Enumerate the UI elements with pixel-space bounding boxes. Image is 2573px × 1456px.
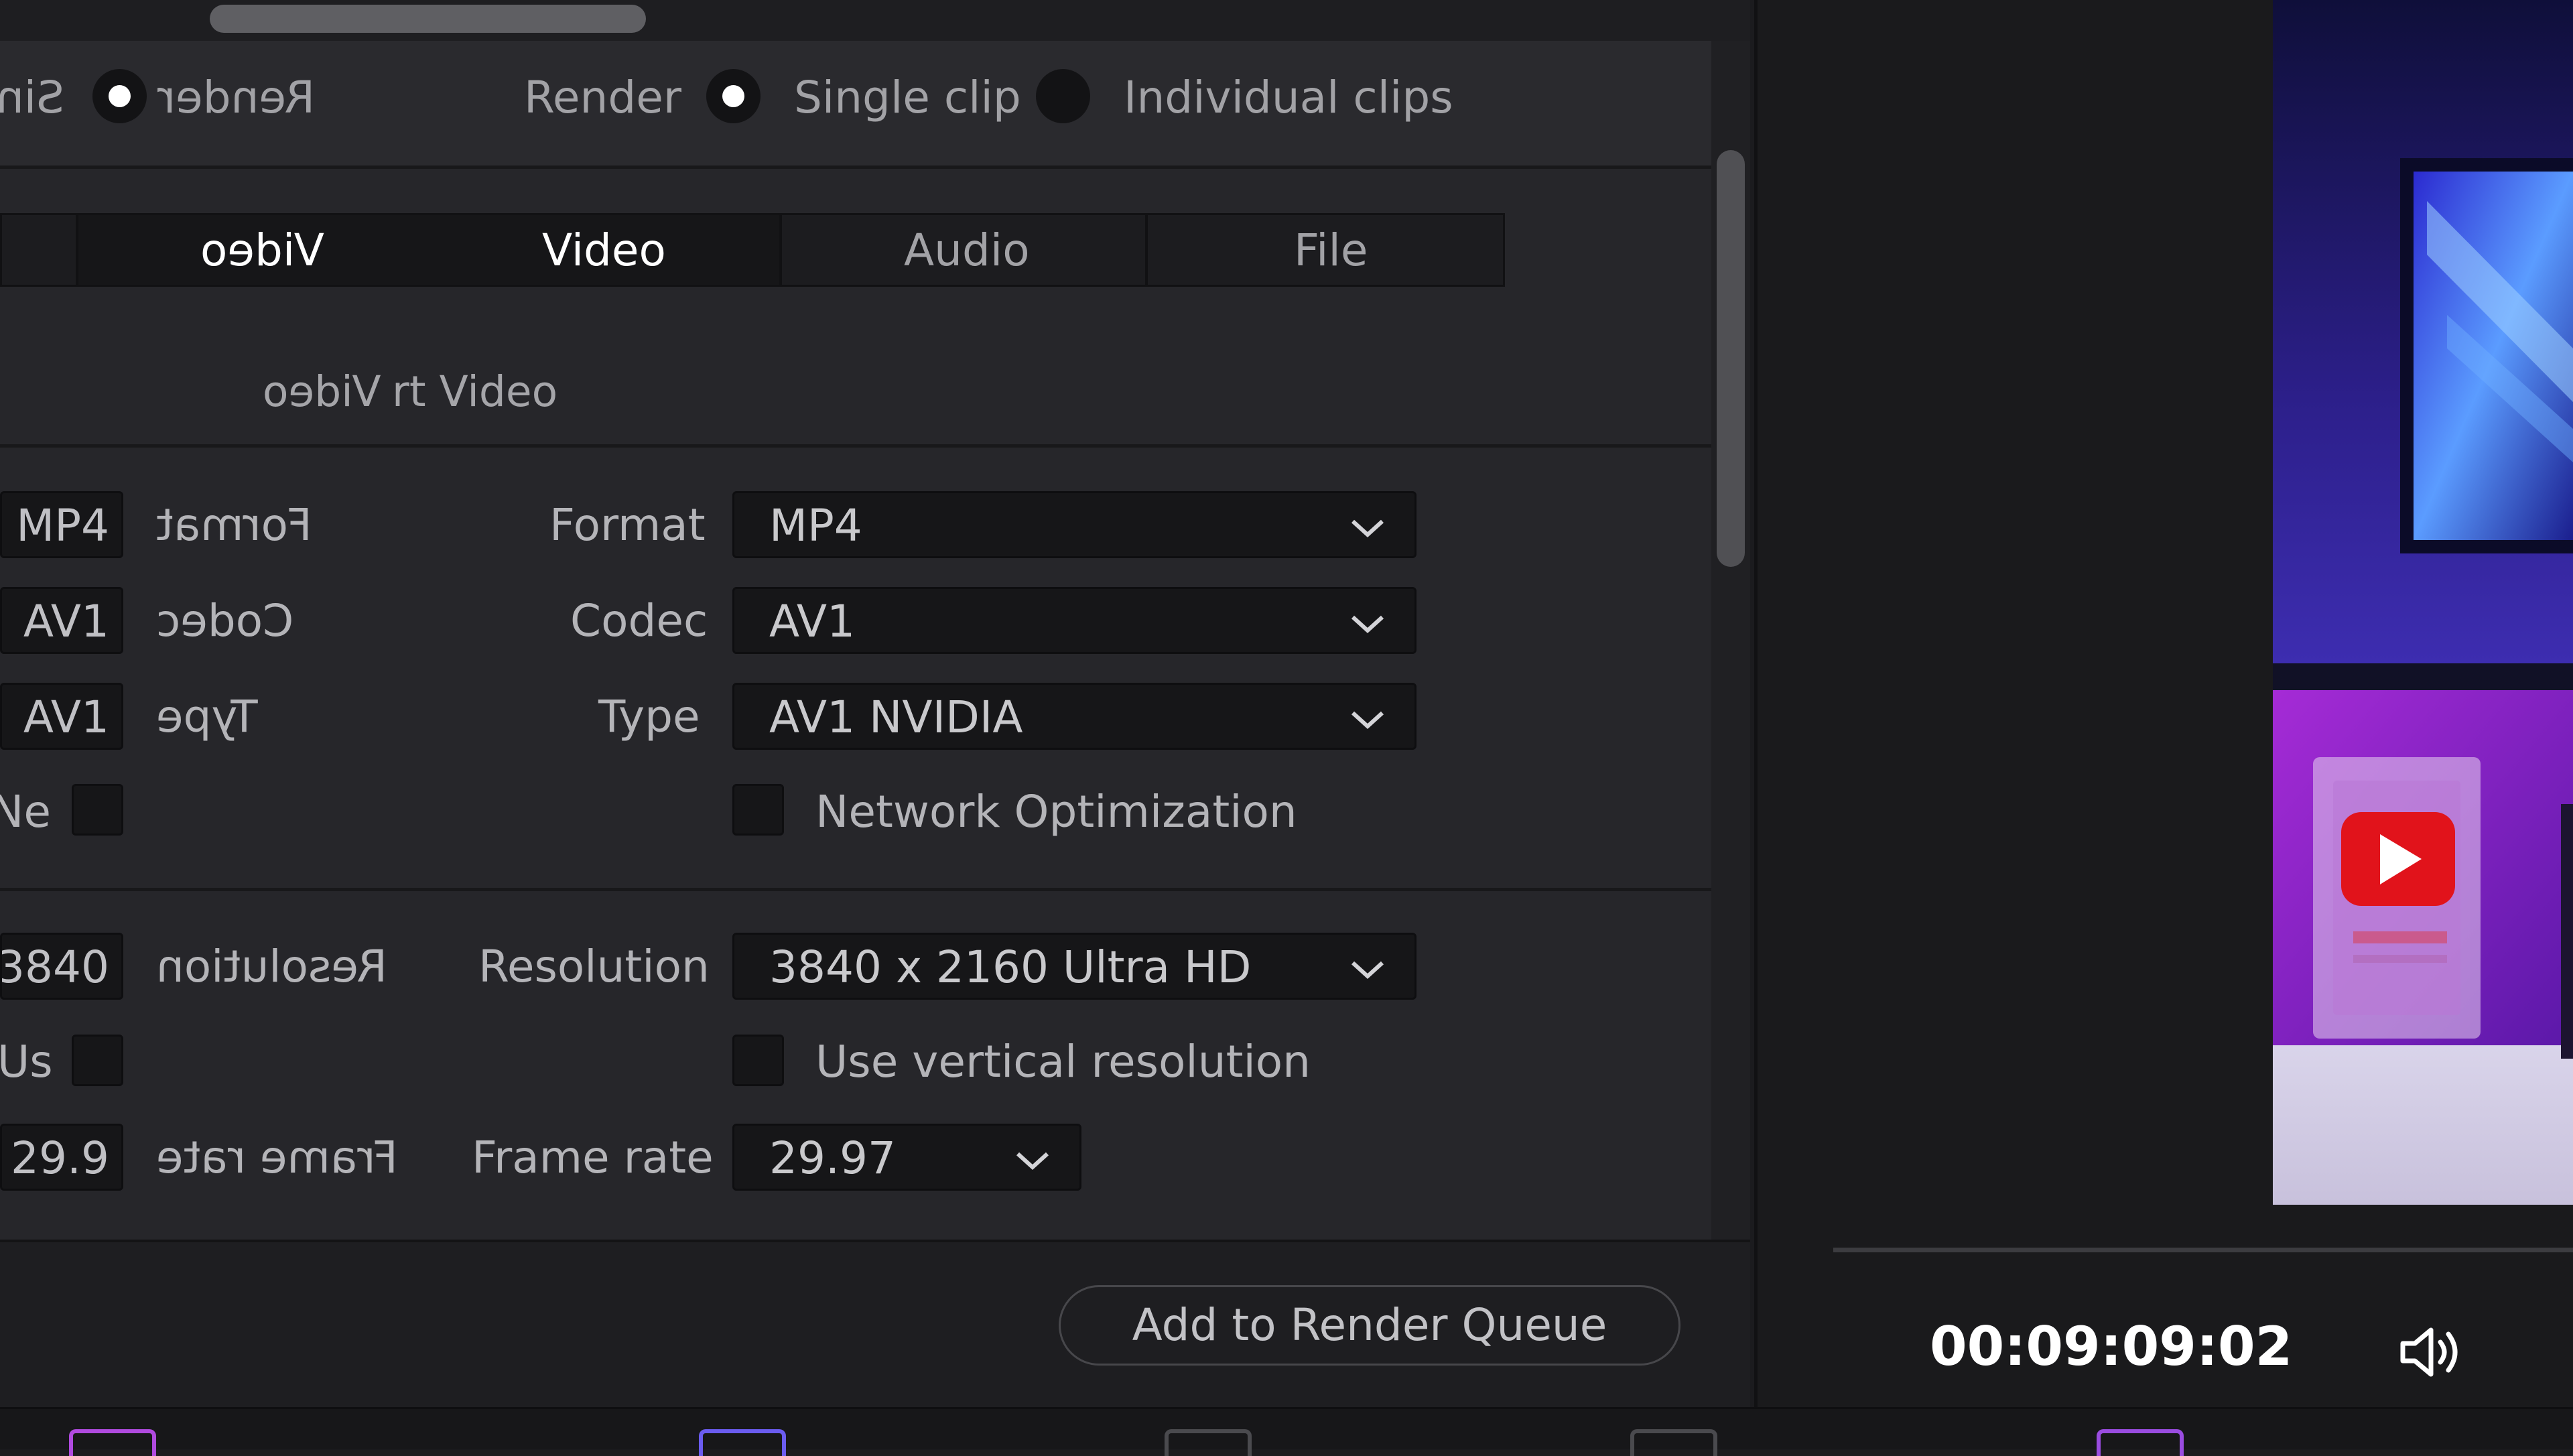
section-divider [0, 444, 1711, 448]
section-title-ghost: Video [263, 367, 381, 416]
type-value: AV1 NVIDIA [769, 691, 1023, 743]
fusion-page-icon[interactable] [1630, 1429, 1717, 1456]
tab-file[interactable]: File [1145, 215, 1505, 285]
vertical-resolution-label[interactable]: Use vertical resolution [815, 1040, 1311, 1084]
single-clip-label[interactable]: Single clip [794, 76, 1021, 120]
codec-select[interactable]: AV1 [732, 587, 1416, 654]
tab-video-ghost-label: Video [200, 224, 324, 276]
network-optimization-ghost-label: Ne [0, 786, 51, 838]
tab-file-label: File [1294, 224, 1368, 276]
frame-rate-select[interactable]: 29.97 [732, 1124, 1081, 1191]
frame-rate-ghost-field: 29.9 [0, 1124, 123, 1191]
render-mode-ghost-fragment: Sin [0, 72, 65, 123]
volume-icon[interactable] [2397, 1323, 2462, 1381]
individual-clips-label[interactable]: Individual clips [1124, 76, 1453, 120]
network-optimization-label[interactable]: Network Optimization [815, 790, 1297, 834]
type-label: Type [598, 691, 700, 742]
resolution-ghost-field: 3840 [0, 933, 123, 1000]
format-value: MP4 [769, 500, 862, 551]
format-select[interactable]: MP4 [732, 491, 1416, 558]
resolution-select[interactable]: 3840 x 2160 Ultra HD [732, 933, 1416, 1000]
tab-audio[interactable]: Audio [779, 215, 1145, 285]
add-to-render-queue-button[interactable]: Add to Render Queue [1059, 1285, 1680, 1366]
codec-ghost-field: AV1 [0, 587, 123, 654]
settings-tab-bar: Video Video Audio File [0, 213, 1505, 287]
vertical-resolution-checkbox[interactable] [732, 1035, 784, 1086]
format-label: Format [549, 499, 706, 551]
frame-rate-value: 29.97 [769, 1132, 896, 1184]
page-navigation-bar [0, 1407, 2573, 1449]
vertical-resolution-ghost-checkbox [72, 1035, 123, 1086]
vertical-scroll-thumb[interactable] [1717, 150, 1745, 567]
chevron-down-icon [1351, 615, 1384, 634]
type-select[interactable]: AV1 NVIDIA [732, 683, 1416, 750]
viewer-timecode: 00:09:09:02 [1930, 1315, 2293, 1378]
render-mode-label: Render [524, 72, 681, 123]
codec-ghost-label: Codec [156, 595, 294, 647]
tab-video[interactable]: Video Video [76, 215, 779, 285]
horizontal-scroll-thumb[interactable] [210, 5, 646, 33]
format-ghost-field: MP4 [0, 491, 123, 558]
video-preview-image [2273, 0, 2573, 1205]
add-to-render-queue-label: Add to Render Queue [1132, 1299, 1607, 1351]
frame-rate-label: Frame rate [472, 1132, 714, 1183]
resolution-label: Resolution [478, 941, 710, 992]
media-page-icon[interactable] [69, 1429, 156, 1456]
codec-label: Codec [570, 595, 708, 647]
resolution-value: 3840 x 2160 Ultra HD [769, 941, 1252, 993]
viewer-video-frame [2273, 0, 2573, 1205]
resolution-ghost-label: Resolution [156, 941, 387, 992]
single-clip-radio[interactable] [706, 69, 761, 123]
network-optimization-checkbox[interactable] [732, 784, 784, 836]
chevron-down-icon [1351, 961, 1384, 980]
section-divider [0, 888, 1711, 891]
individual-clips-radio[interactable] [1036, 69, 1090, 123]
cut-page-icon[interactable] [699, 1429, 786, 1456]
render-single-clip-radio-ghost [92, 69, 147, 123]
type-ghost-field: AV1 [0, 683, 123, 750]
section-title: rt Video [392, 367, 558, 416]
codec-value: AV1 [769, 596, 856, 647]
type-ghost-label: Type [156, 691, 258, 742]
chevron-down-icon [1016, 1152, 1049, 1171]
tab-video-label: Video [542, 224, 666, 276]
chevron-down-icon [1351, 519, 1384, 538]
frame-rate-ghost-label: Frame rate [156, 1132, 398, 1183]
network-optimization-ghost-checkbox [72, 784, 123, 836]
viewer-scrub-bar[interactable] [1833, 1248, 2573, 1252]
edit-page-icon[interactable] [1165, 1429, 1252, 1456]
deliver-page-icon[interactable] [2097, 1429, 2184, 1456]
render-settings-panel: Sin Render Render Single clip Individual… [0, 0, 1750, 1407]
chevron-down-icon [1351, 711, 1384, 730]
vertical-resolution-ghost-label: Us [0, 1036, 53, 1087]
tab-audio-label: Audio [904, 224, 1030, 276]
render-label-ghost: Render [157, 72, 315, 123]
format-ghost-label: Format [156, 499, 312, 551]
